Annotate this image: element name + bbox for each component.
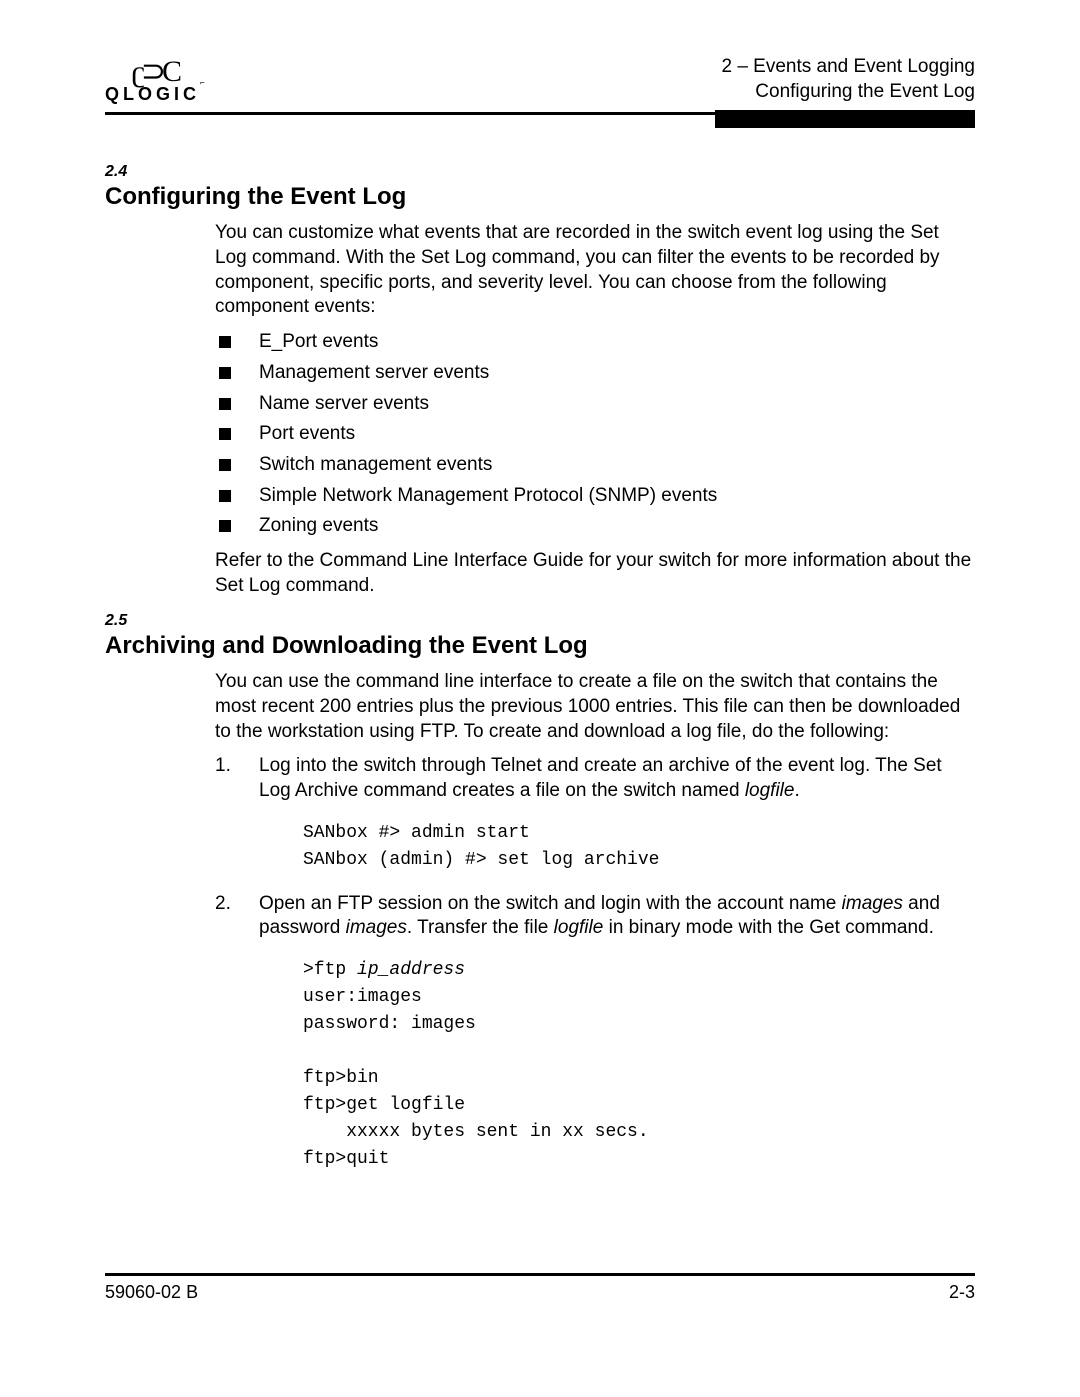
step-1-text: Log into the switch through Telnet and c… bbox=[259, 755, 942, 801]
step-2-code: >ftp ip_address user:images password: im… bbox=[303, 957, 975, 1173]
steps-list: Log into the switch through Telnet and c… bbox=[215, 754, 975, 1173]
header-titles: 2 – Events and Event Logging Configuring… bbox=[721, 55, 975, 104]
section-number-24: 2.4 bbox=[105, 163, 975, 181]
page: ʗ⊃C QLOGIC⌐ 2 – Events and Event Logging… bbox=[0, 0, 1080, 1397]
list-item: E_Port events bbox=[215, 330, 975, 355]
list-item: Port events bbox=[215, 422, 975, 447]
section-title-25: Archiving and Downloading the Event Log bbox=[105, 632, 975, 660]
list-item: Simple Network Management Protocol (SNMP… bbox=[215, 484, 975, 509]
section-25-intro: You can use the command line interface t… bbox=[215, 670, 975, 744]
content: 2.4 Configuring the Event Log You can cu… bbox=[105, 163, 975, 1173]
header-line-1: 2 – Events and Event Logging bbox=[721, 55, 975, 80]
logo-text: QLOGIC⌐ bbox=[105, 85, 205, 103]
chapter-tab bbox=[715, 110, 975, 128]
logo: ʗ⊃C QLOGIC⌐ bbox=[105, 55, 205, 103]
step-1: Log into the switch through Telnet and c… bbox=[215, 754, 975, 873]
header-line-2: Configuring the Event Log bbox=[721, 80, 975, 105]
footer-doc-id: 59060-02 B bbox=[105, 1282, 198, 1303]
section-title-24: Configuring the Event Log bbox=[105, 183, 975, 211]
section-24-intro: You can customize what events that are r… bbox=[215, 221, 975, 320]
component-events-list: E_Port events Management server events N… bbox=[215, 330, 975, 539]
page-footer: 59060-02 B 2-3 bbox=[105, 1273, 975, 1303]
section-24-body: You can customize what events that are r… bbox=[215, 221, 975, 598]
footer-rule bbox=[105, 1273, 975, 1276]
step-2-text: Open an FTP session on the switch and lo… bbox=[259, 893, 940, 939]
section-24-outro: Refer to the Command Line Interface Guid… bbox=[215, 549, 975, 598]
list-item: Switch management events bbox=[215, 453, 975, 478]
step-1-code: SANbox #> admin start SANbox (admin) #> … bbox=[303, 820, 975, 874]
section-25-body: You can use the command line interface t… bbox=[215, 670, 975, 1173]
section-number-25: 2.5 bbox=[105, 612, 975, 630]
list-item: Zoning events bbox=[215, 514, 975, 539]
list-item: Name server events bbox=[215, 392, 975, 417]
logo-symbol-icon: ʗ⊃C bbox=[132, 57, 178, 87]
footer-page-number: 2-3 bbox=[949, 1282, 975, 1303]
page-header: ʗ⊃C QLOGIC⌐ 2 – Events and Event Logging… bbox=[105, 55, 975, 104]
list-item: Management server events bbox=[215, 361, 975, 386]
step-2: Open an FTP session on the switch and lo… bbox=[215, 892, 975, 1173]
